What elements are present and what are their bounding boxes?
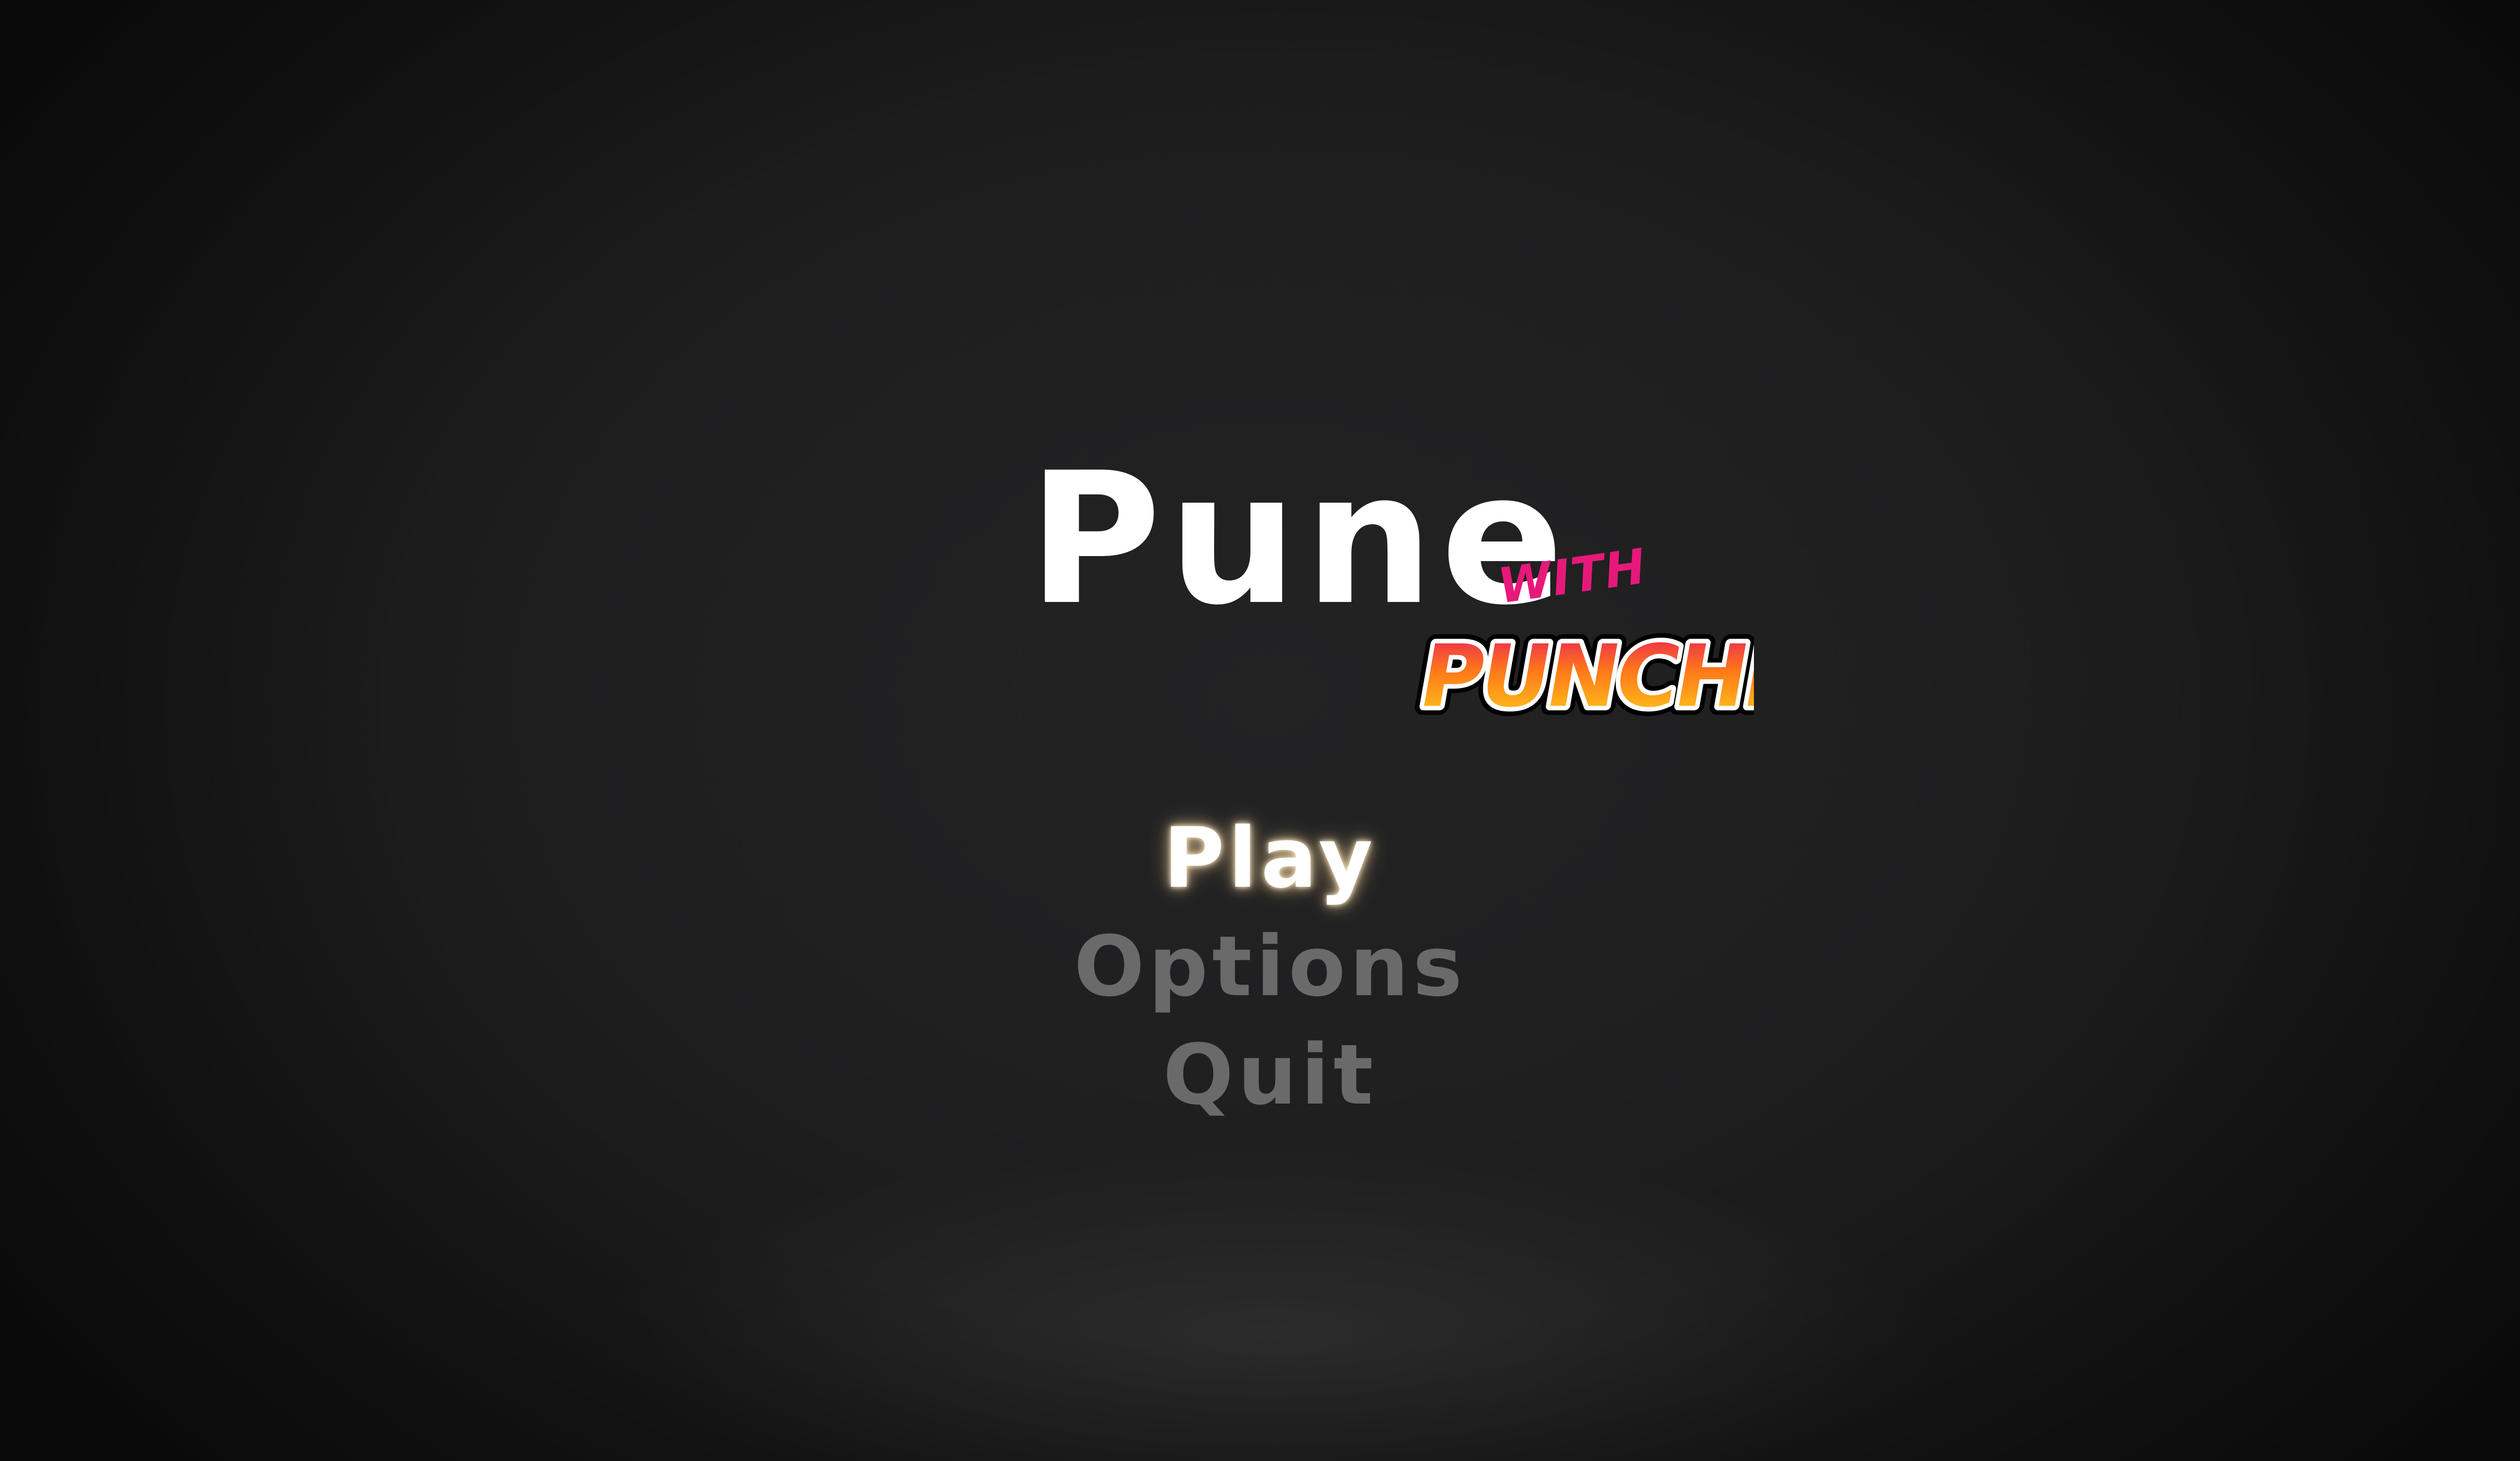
logo-punchis-graphic: PUNCHIS PUNCHIS PUNCHIS — [1401, 620, 1754, 736]
logo-title-text: Pune — [1028, 434, 1571, 645]
menu-play-button[interactable]: Play — [1163, 817, 1376, 925]
menu-options-button[interactable]: Options — [1074, 925, 1467, 1033]
menu-quit-button[interactable]: Quit — [1163, 1033, 1377, 1142]
main-menu-screen: Pune WITH PUNCHIS PUNCHIS PUNCHIS Play O… — [0, 0, 2520, 1461]
game-logo: Pune WITH PUNCHIS PUNCHIS PUNCHIS — [1028, 449, 1754, 751]
punchis-text: PUNCHIS — [1413, 627, 1754, 726]
main-menu: Play Options Quit — [0, 817, 2520, 1142]
